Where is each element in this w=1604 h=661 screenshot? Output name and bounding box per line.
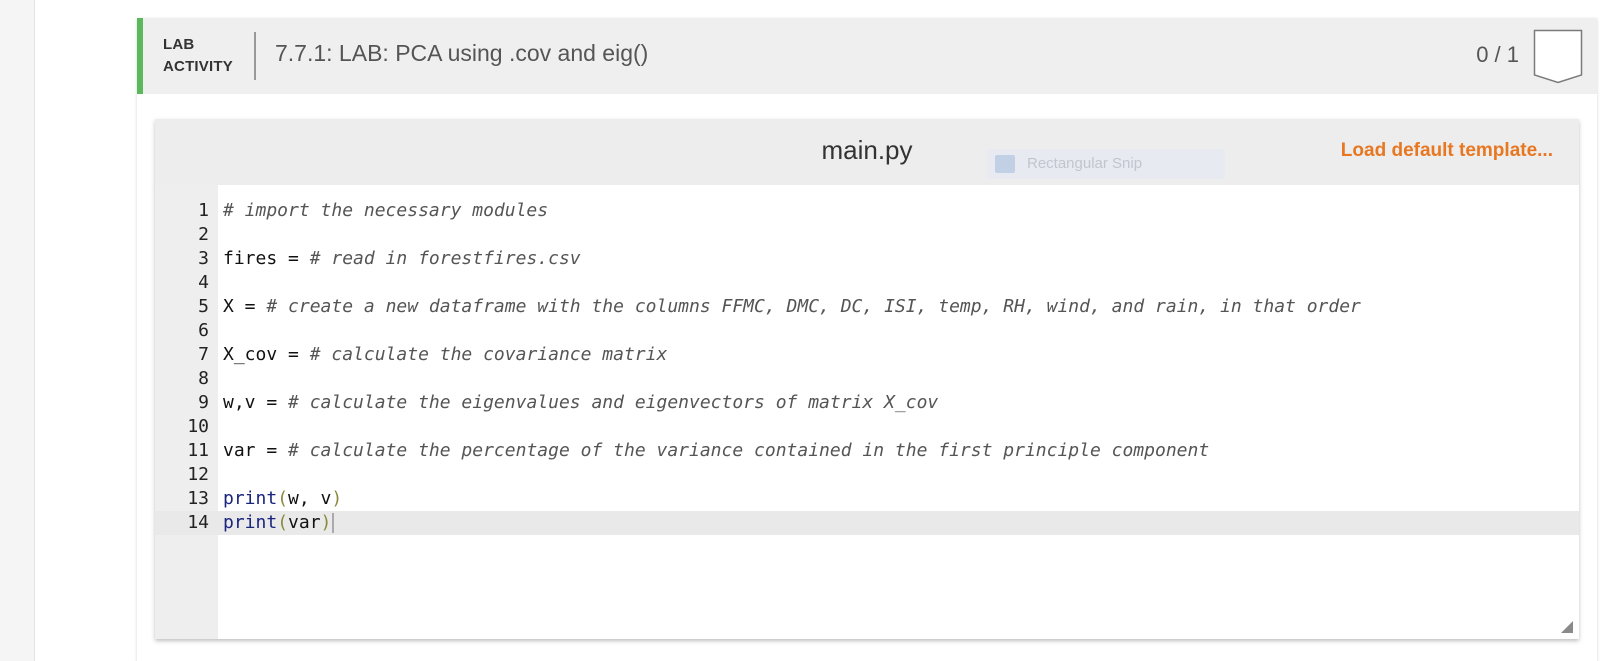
code-line-text[interactable]: print(var) [223,511,335,535]
scissors-icon [995,155,1015,173]
line-number: 12 [187,464,209,485]
activity-type-line1: LAB [163,36,195,53]
activity-score: 0 / 1 [1476,42,1519,67]
rectangular-snip-overlay: Rectangular Snip [987,149,1225,179]
line-number: 7 [198,344,209,365]
code-line[interactable]: 13 print(w, v) [155,487,1579,511]
line-number: 11 [187,440,209,461]
code-line[interactable]: 5 X = # create a new dataframe with the c… [155,295,1579,319]
code-line[interactable]: 10 [155,415,1579,439]
text-cursor [332,513,335,533]
code-token-plain: w,v = [223,392,289,413]
activity-header: LAB ACTIVITY 7.7.1: LAB: PCA using .cov … [137,18,1597,94]
bookmark-badge-icon [1533,29,1583,84]
page-left-strip [0,0,35,661]
code-line[interactable]: 11 var = # calculate the percentage of th… [155,439,1579,463]
code-line[interactable]: 2 [155,223,1579,247]
code-editor-panel: main.py Rectangular Snip Load default te… [155,119,1579,639]
activity-title: 7.7.1: LAB: PCA using .cov and eig() [275,40,649,66]
code-line[interactable]: 4 [155,271,1579,295]
code-line[interactable]: 6 [155,319,1579,343]
lab-activity-card: LAB ACTIVITY 7.7.1: LAB: PCA using .cov … [137,18,1597,661]
code-line[interactable]: 7 X_cov = # calculate the covariance matr… [155,343,1579,367]
code-line-text[interactable]: X = # create a new dataframe with the co… [223,295,1361,319]
code-line[interactable]: 9 w,v = # calculate the eigenvalues and e… [155,391,1579,415]
code-token-comment: # calculate the covariance matrix [309,344,668,365]
code-token-paren: ) [320,512,332,533]
line-number: 1 [198,200,209,221]
load-default-template-button[interactable]: Load default template... [1341,140,1553,162]
code-token-builtin: print [223,488,278,509]
editor-toolbar: main.py Rectangular Snip Load default te… [155,119,1579,185]
rectangular-snip-label: Rectangular Snip [1027,155,1143,172]
line-number: 3 [198,248,209,269]
code-lines[interactable]: 1 # import the necessary modules 2 3 fires =… [155,199,1579,535]
code-token-paren: ( [277,488,289,509]
code-token-plain: X = [223,296,267,317]
code-token-plain: X_cov = [223,344,310,365]
code-token-paren: ( [277,512,289,533]
resize-grip-icon[interactable] [1561,621,1573,633]
code-line-text[interactable]: w,v = # calculate the eigenvalues and ei… [223,391,938,415]
code-token-comment: # calculate the eigenvalues and eigenvec… [288,392,939,413]
page-main: LAB ACTIVITY 7.7.1: LAB: PCA using .cov … [35,0,1604,661]
header-divider [254,32,256,80]
line-number: 14 [187,512,209,533]
code-token-comment: # calculate the percentage of the varian… [288,440,1210,461]
code-line[interactable]: 12 [155,463,1579,487]
code-line-text[interactable]: X_cov = # calculate the covariance matri… [223,343,667,367]
activity-type-line2: ACTIVITY [163,58,233,75]
code-line[interactable]: 8 [155,367,1579,391]
line-number: 9 [198,392,209,413]
code-token-paren: ) [331,488,343,509]
line-number: 4 [198,272,209,293]
code-line[interactable]: 1 # import the necessary modules [155,199,1579,223]
code-token-comment: # create a new dataframe with the column… [266,296,1361,317]
code-token-plain: var [288,512,321,533]
code-token-plain: var = [223,440,289,461]
line-number: 5 [198,296,209,317]
code-line[interactable]: 14 print(var) [155,511,1579,535]
code-token-comment: # import the necessary modules [223,200,549,221]
code-line-text[interactable]: # import the necessary modules [223,199,548,223]
activity-type-label: LAB ACTIVITY [163,34,233,78]
code-line-text[interactable]: fires = # read in forestfires.csv [223,247,581,271]
code-token-builtin: print [223,512,278,533]
code-line-text[interactable]: var = # calculate the percentage of the … [223,439,1209,463]
code-area[interactable]: 1 # import the necessary modules 2 3 fires =… [155,185,1579,639]
line-number: 10 [187,416,209,437]
line-number: 2 [198,224,209,245]
line-number: 6 [198,320,209,341]
line-number: 13 [187,488,209,509]
code-token-plain: w, v [288,488,332,509]
code-line[interactable]: 3 fires = # read in forestfires.csv [155,247,1579,271]
line-number: 8 [198,368,209,389]
code-token-comment: # read in forestfires.csv [309,248,581,269]
code-token-plain: fires = [223,248,310,269]
code-line-text[interactable]: print(w, v) [223,487,342,511]
